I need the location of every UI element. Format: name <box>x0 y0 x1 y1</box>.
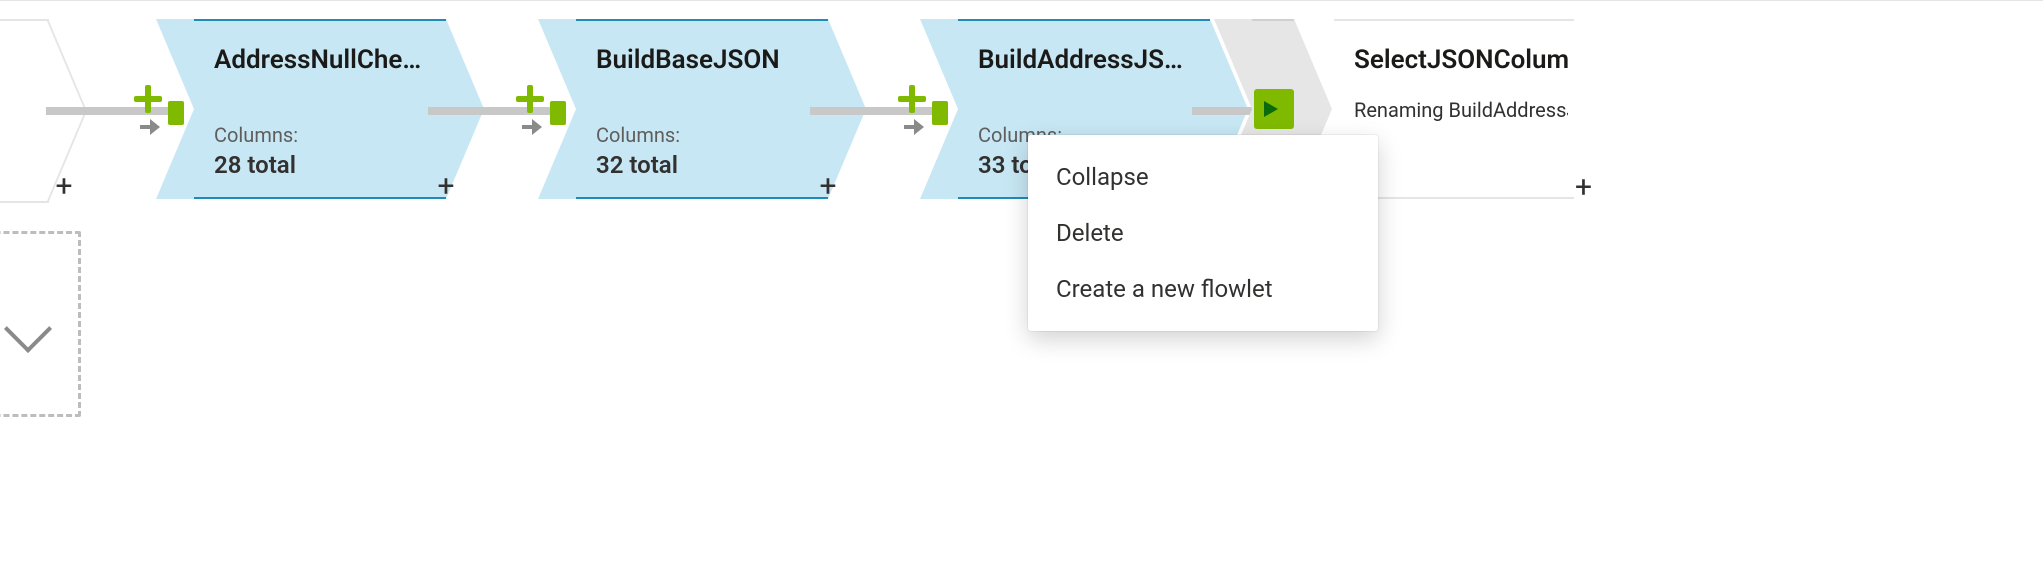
chevron-down-icon <box>4 305 52 353</box>
connector: + <box>46 19 174 199</box>
menu-item-delete[interactable]: Delete <box>1028 205 1378 261</box>
add-step-button[interactable]: + <box>812 173 844 205</box>
step-title: BuildBaseJSON <box>596 45 816 75</box>
context-menu: Collapse Delete Create a new flowlet <box>1028 135 1378 331</box>
derived-column-icon <box>894 83 948 137</box>
menu-item-collapse[interactable]: Collapse <box>1028 149 1378 205</box>
dataflow-canvas[interactable]: + AddressNullChecks Columns: 28 total + <box>0 0 2043 565</box>
add-step-button[interactable]: + <box>48 173 80 205</box>
step-title: AddressNullChecks <box>214 45 434 75</box>
upstream-node-partial[interactable] <box>0 19 49 203</box>
derived-column-icon <box>512 83 566 137</box>
connector: + <box>810 19 938 199</box>
drop-target-placeholder[interactable] <box>0 231 81 417</box>
step-addressnullchecks[interactable]: AddressNullChecks Columns: 28 total <box>156 19 446 199</box>
step-buildbasejson[interactable]: BuildBaseJSON Columns: 32 total <box>538 19 828 199</box>
add-step-button[interactable]: + <box>1575 170 1592 205</box>
flow-row: + AddressNullChecks Columns: 28 total + <box>0 19 2043 199</box>
derived-column-icon <box>130 83 184 137</box>
step-description: Renaming BuildAddressJSON to SelectJSONC… <box>1354 97 1568 189</box>
columns-value: 32 total <box>596 151 678 179</box>
columns-value: 28 total <box>214 151 296 179</box>
step-title: BuildAddressJSON <box>978 45 1198 75</box>
columns-label: Columns: <box>596 123 680 147</box>
select-icon <box>1254 89 1294 129</box>
menu-item-create-flowlet[interactable]: Create a new flowlet <box>1028 261 1378 317</box>
step-title: SelectJSONColumns <box>1354 45 1568 75</box>
add-step-button[interactable]: + <box>430 173 462 205</box>
columns-label: Columns: <box>214 123 298 147</box>
connector: + <box>428 19 556 199</box>
